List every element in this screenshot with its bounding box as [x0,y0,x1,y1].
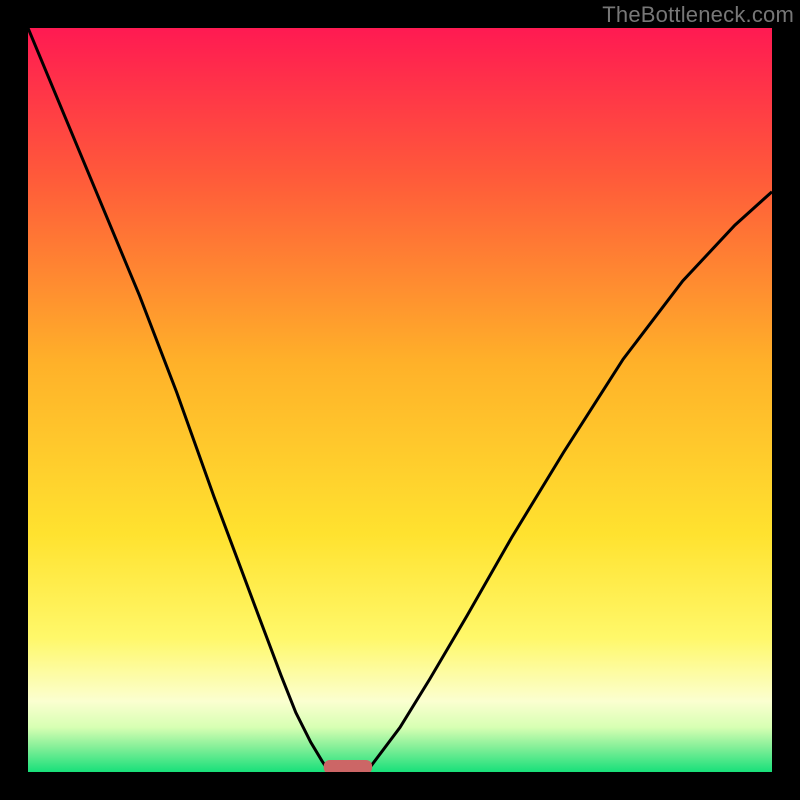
plot-area [28,28,772,772]
bottom-marker [324,760,372,772]
watermark-text: TheBottleneck.com [602,2,794,28]
chart-frame: TheBottleneck.com [0,0,800,800]
gradient-background [28,28,772,772]
chart-svg [28,28,772,772]
